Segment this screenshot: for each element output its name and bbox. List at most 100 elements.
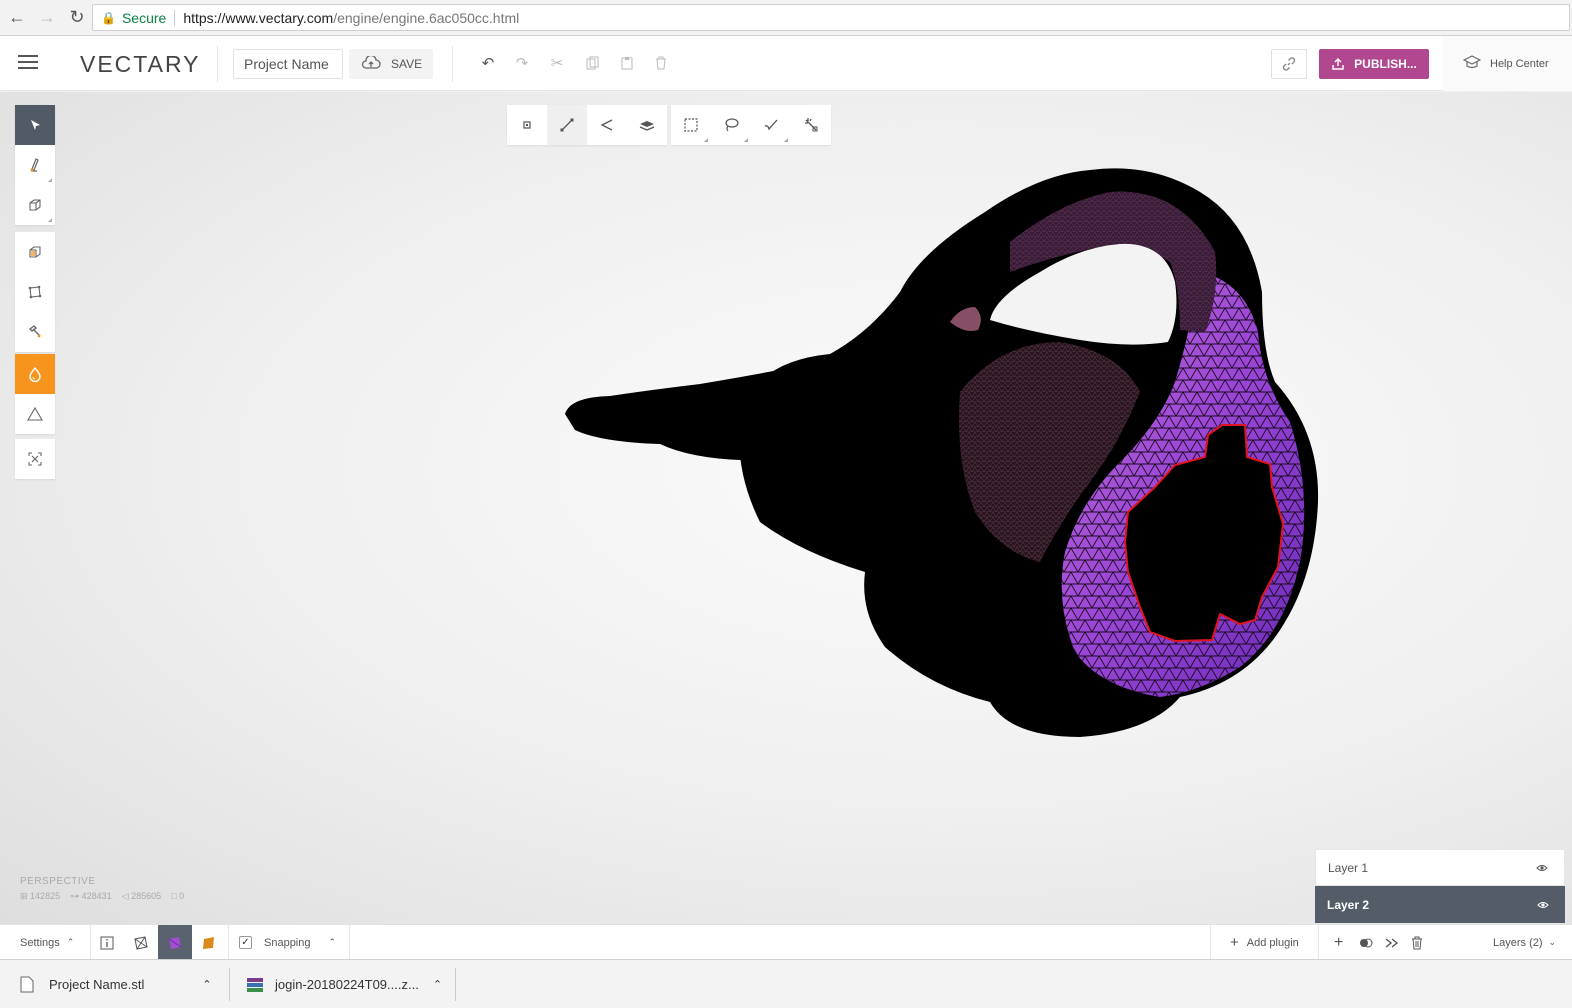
viewport-3d[interactable]: PERSPECTIVE ⊞ 142825 ⊶ 428431 ◁ 285605 □… [0, 92, 1572, 924]
add-layer-icon[interactable]: + [1334, 925, 1343, 960]
back-icon[interactable]: ← [4, 5, 30, 31]
cut-icon[interactable]: ✂ [548, 54, 566, 72]
chevron-up-icon[interactable]: ⌃ [329, 937, 337, 948]
textured-button[interactable] [192, 925, 226, 960]
layers-dropdown[interactable]: Layers (2) ⌄ [1493, 925, 1556, 960]
bottom-bar: Settings ⌃ ✓ Snapping ⌃ + Add plugin + L… [0, 924, 1572, 960]
edge-icon [560, 118, 574, 132]
snapping-checkbox[interactable]: ✓ [239, 936, 252, 949]
divider [228, 925, 229, 960]
trash-icon[interactable] [652, 54, 670, 72]
drop-icon [29, 366, 41, 382]
layer-item-selected[interactable]: Layer 2 [1315, 886, 1565, 923]
teapot-model[interactable] [0, 92, 1572, 924]
undo-icon[interactable]: ↶ [479, 54, 497, 72]
move-layer-icon[interactable] [1385, 925, 1399, 960]
downloads-shelf: Project Name.stl ⌃ jogin-20180224T09....… [0, 959, 1572, 1008]
reload-icon[interactable]: ↻ [64, 5, 90, 31]
pen-tool[interactable] [15, 145, 55, 185]
shaded-button[interactable] [158, 925, 192, 960]
material-tool[interactable] [15, 354, 55, 394]
divider [349, 925, 350, 960]
edge-select-button[interactable] [547, 105, 587, 145]
copy-icon[interactable] [584, 54, 602, 72]
hammer-tool[interactable] [15, 312, 55, 352]
paste-icon[interactable] [618, 54, 636, 72]
vertex-icon [523, 121, 531, 129]
face-select-button[interactable] [587, 105, 627, 145]
save-button[interactable]: SAVE [349, 49, 433, 79]
eye-icon[interactable] [1537, 898, 1549, 912]
mesh-tool[interactable] [15, 394, 55, 434]
tool-group-primary [15, 105, 55, 225]
download-item[interactable]: Project Name.stl ⌃ [20, 960, 212, 1008]
layers-panel: Layer 1 Layer 2 [1315, 849, 1565, 923]
download-filename: jogin-20180224T09....z... [275, 977, 419, 992]
redo-icon[interactable]: ↷ [513, 54, 531, 72]
divider [452, 46, 453, 82]
transform-icon [28, 285, 42, 299]
help-center-link[interactable]: Help Center [1443, 36, 1572, 91]
object-count: □ 0 [171, 891, 185, 901]
lasso-icon [725, 118, 739, 132]
chevron-up-icon[interactable]: ⌃ [433, 978, 442, 991]
edge-count: ⊶ 428431 [70, 891, 112, 901]
layers-stack-icon [639, 121, 655, 131]
url-host: https://www.vectary.com [183, 9, 334, 26]
logo: VECTARY [80, 51, 201, 77]
chevron-up-icon: ⌃ [66, 937, 75, 947]
divider [1210, 925, 1211, 960]
layer-item[interactable]: Layer 1 [1315, 849, 1565, 886]
wireframe-icon [134, 935, 148, 950]
brush-icon [764, 119, 778, 131]
snapping-label: Snapping [264, 936, 311, 949]
merge-layer-icon[interactable] [1359, 925, 1373, 960]
marquee-icon [684, 118, 698, 132]
transform-tool[interactable] [15, 272, 55, 312]
add-plugin-button[interactable]: + Add plugin [1230, 925, 1299, 960]
wireframe-button[interactable] [124, 925, 158, 960]
divider [217, 46, 218, 82]
graduation-cap-icon [1462, 55, 1482, 72]
focus-tool[interactable] [15, 439, 55, 479]
shaded-cube-icon [168, 936, 182, 949]
cursor-icon [31, 120, 40, 130]
download-item[interactable]: jogin-20180224T09....z... ⌃ [246, 960, 442, 1008]
brush-select-button[interactable] [751, 105, 791, 145]
publish-button[interactable]: PUBLISH... [1319, 49, 1429, 79]
snapping-toggle[interactable]: ✓ Snapping ⌃ [239, 925, 336, 960]
archive-icon [247, 977, 263, 992]
primitive-tool[interactable] [15, 185, 55, 225]
settings-menu[interactable]: Settings ⌃ [20, 925, 74, 960]
eye-icon[interactable] [1536, 861, 1548, 875]
vertex-select-button[interactable] [507, 105, 547, 145]
forward-icon[interactable]: → [34, 5, 60, 31]
divider [229, 968, 230, 1001]
add-plugin-label: Add plugin [1246, 936, 1299, 949]
layers-count-label: Layers (2) [1493, 936, 1543, 949]
magic-select-button[interactable] [791, 105, 831, 145]
face-count: ◁ 285605 [121, 891, 162, 901]
divider [1318, 925, 1319, 960]
project-name-field[interactable]: Project Name [233, 49, 343, 79]
address-bar[interactable]: 🔒 Secure https://www.vectary.com/engine/… [92, 4, 1570, 31]
object-select-button[interactable] [627, 105, 667, 145]
selection-shape-group [671, 105, 831, 145]
chevron-up-icon[interactable]: ⌃ [202, 978, 211, 991]
box-select-button[interactable] [671, 105, 711, 145]
selection-toolbar [507, 105, 831, 145]
lasso-select-button[interactable] [711, 105, 751, 145]
delete-layer-icon[interactable] [1411, 925, 1423, 960]
select-tool[interactable] [15, 105, 55, 145]
layer-label: Layer 2 [1327, 897, 1370, 912]
publish-label: PUBLISH... [1354, 57, 1417, 71]
extrude-tool[interactable] [15, 232, 55, 272]
focus-icon [28, 452, 42, 466]
info-icon [100, 936, 114, 949]
triangle-icon [27, 406, 43, 421]
share-link-button[interactable] [1271, 49, 1307, 79]
pen-icon [30, 158, 39, 172]
info-button[interactable] [90, 925, 124, 960]
tool-group-view [15, 439, 55, 479]
menu-icon[interactable] [18, 55, 38, 71]
